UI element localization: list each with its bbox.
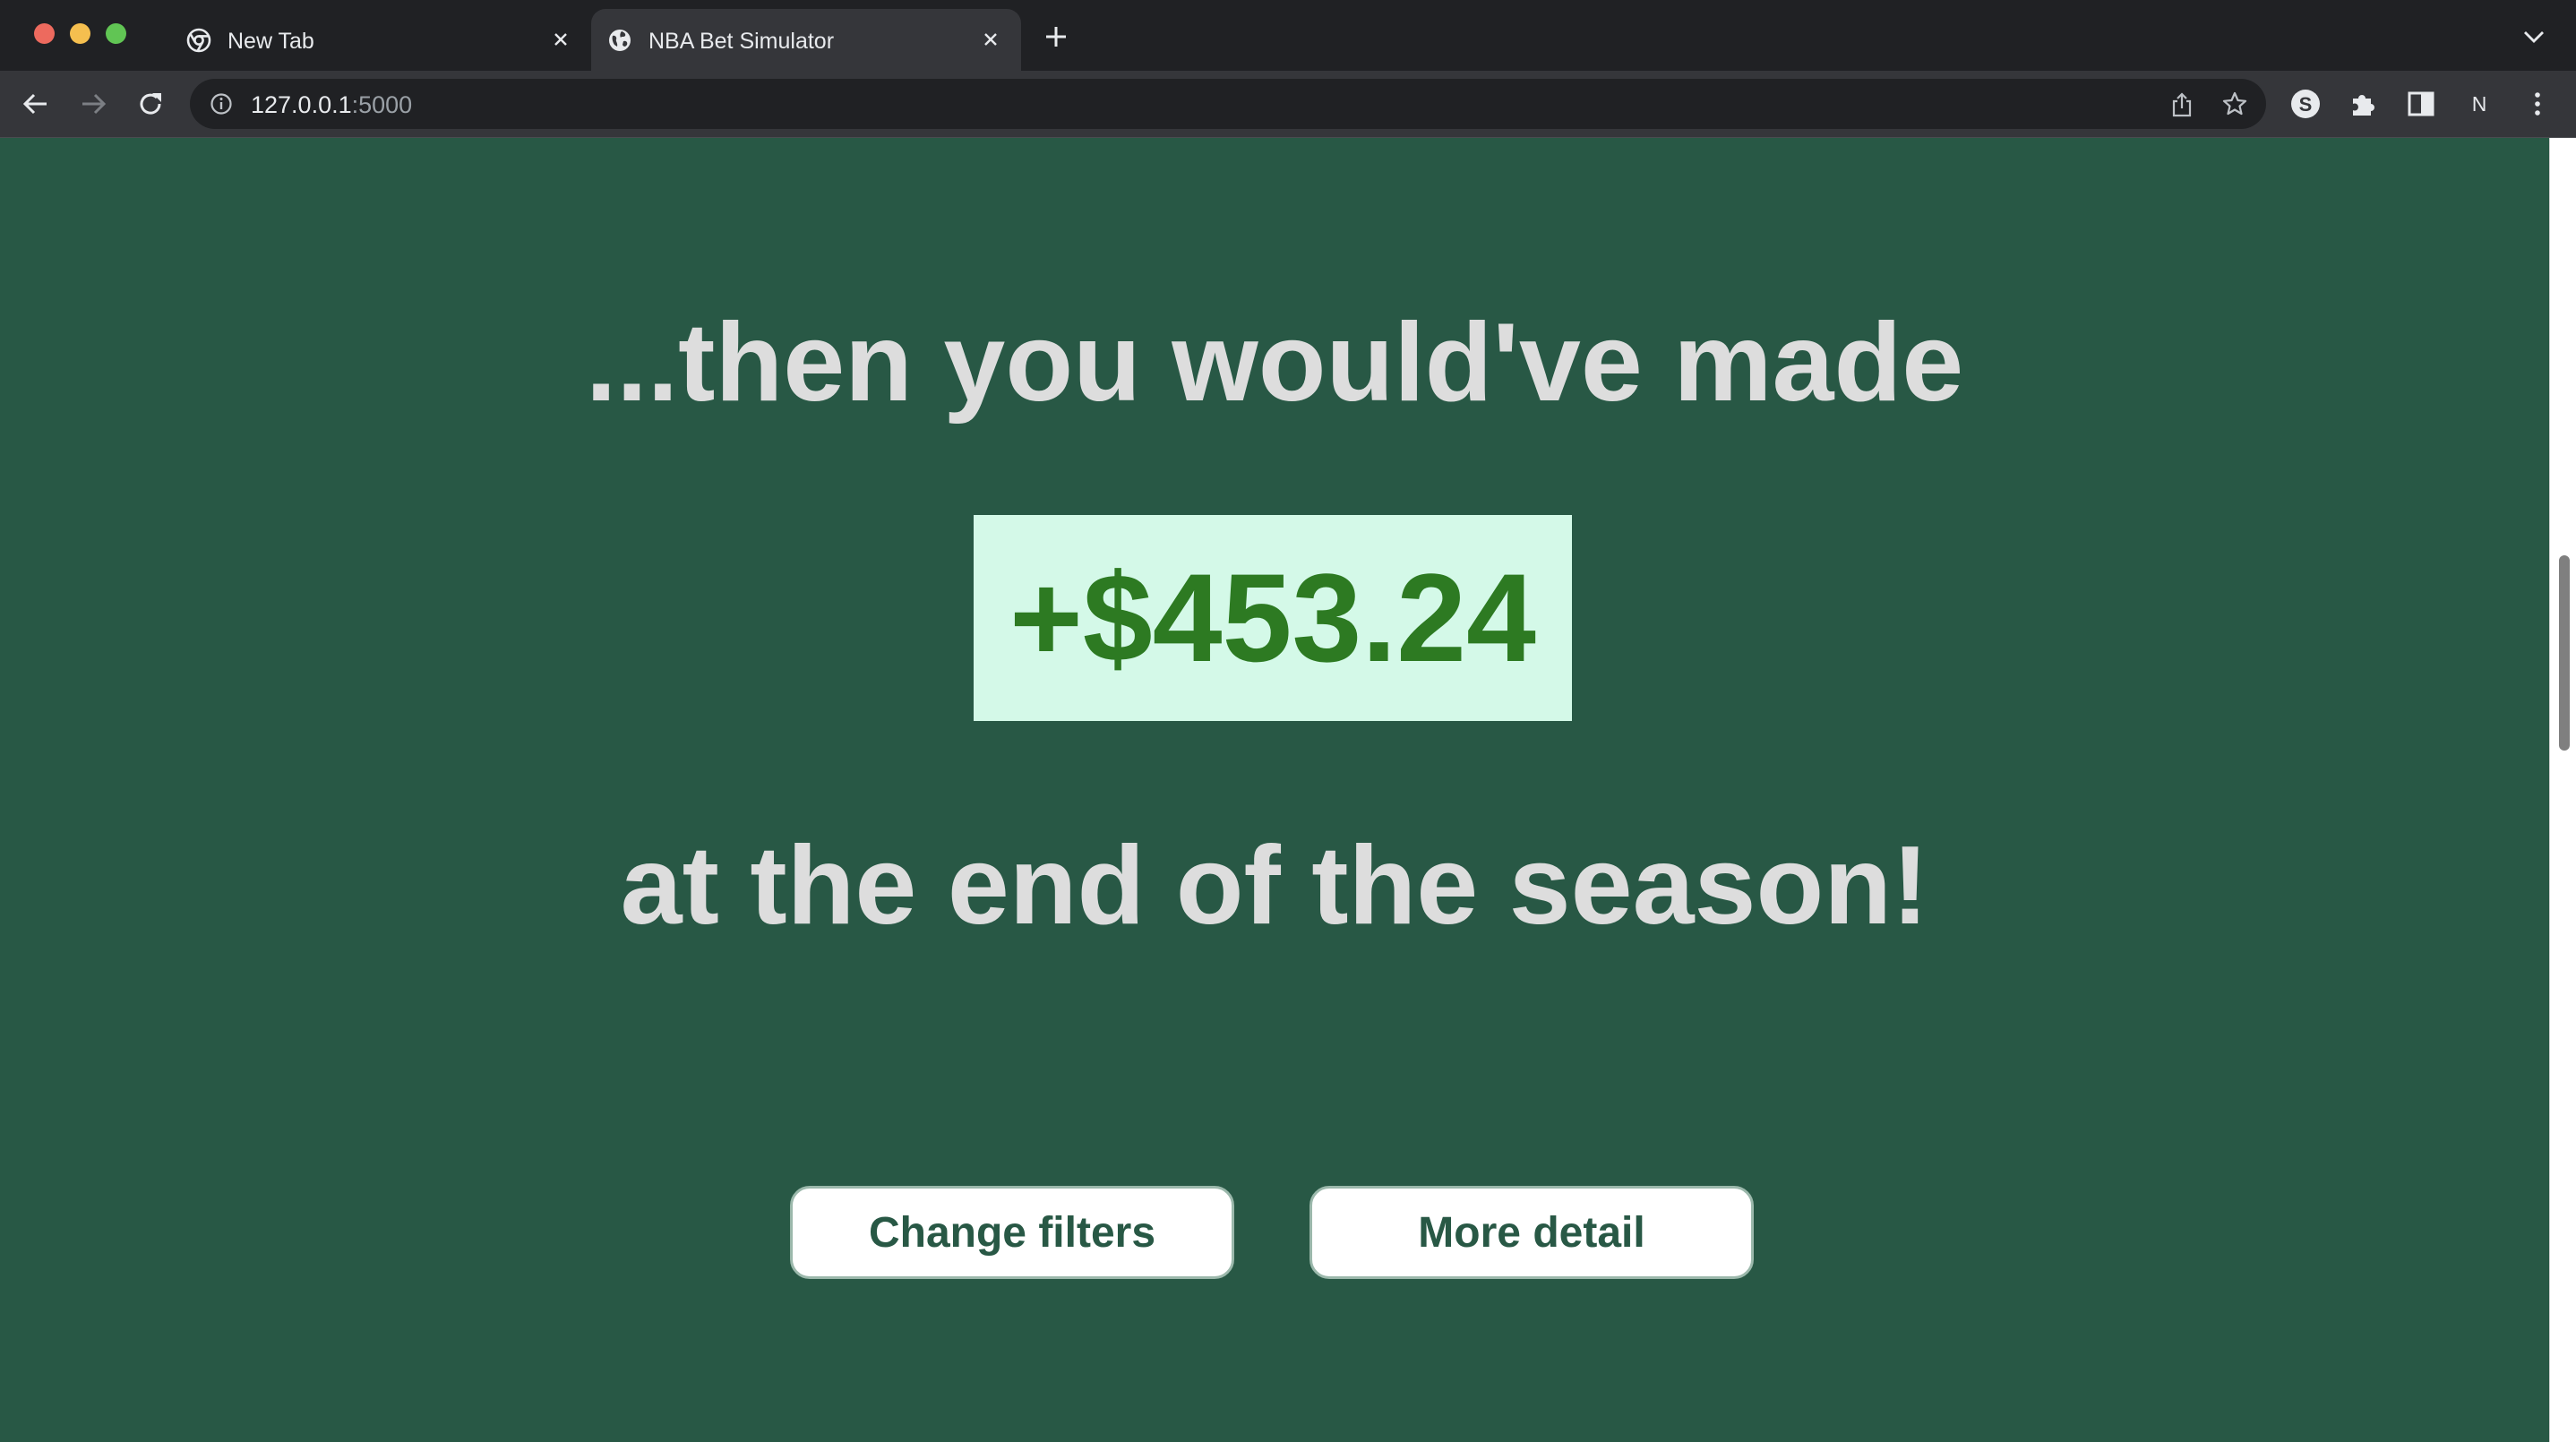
change-filters-button[interactable]: Change filters: [790, 1186, 1234, 1279]
address-bar[interactable]: 127.0.0.1:5000: [190, 79, 2266, 129]
svg-text:S: S: [2299, 93, 2313, 116]
close-icon[interactable]: [548, 27, 573, 52]
lead-headline: ...then you would've made: [585, 301, 1964, 425]
puzzle-icon[interactable]: [2348, 88, 2380, 120]
trail-headline: at the end of the season!: [620, 824, 1929, 948]
globe-icon: [609, 30, 631, 51]
s-extension-icon[interactable]: S: [2289, 88, 2322, 120]
tab-title: New Tab: [228, 29, 314, 54]
chrome-icon: [186, 28, 211, 53]
plus-icon[interactable]: [1043, 23, 1069, 50]
info-icon[interactable]: [210, 92, 233, 116]
scrollbar-thumb[interactable]: [2559, 555, 2570, 751]
vertical-scrollbar[interactable]: [2549, 138, 2576, 1442]
star-icon[interactable]: [2221, 90, 2248, 117]
profit-amount: +$453.24: [1009, 547, 1536, 688]
chevron-down-icon[interactable]: [2522, 29, 2546, 45]
window-minimize-button[interactable]: [70, 23, 90, 44]
close-icon[interactable]: [978, 27, 1003, 52]
window-zoom-button[interactable]: [106, 23, 126, 44]
browser-toolbar: 127.0.0.1:5000 S N: [0, 71, 2576, 138]
url-text: 127.0.0.1:5000: [251, 91, 412, 119]
arrow-right-icon[interactable]: [77, 88, 109, 120]
side-panel-icon[interactable]: [2405, 88, 2437, 120]
tab-title: NBA Bet Simulator: [648, 29, 835, 54]
tab-strip: New Tab NBA Bet Simulator: [0, 0, 2576, 71]
profile-avatar[interactable]: N: [2463, 88, 2495, 120]
url-port: :5000: [351, 91, 413, 118]
tab-nba-bet-simulator[interactable]: NBA Bet Simulator: [591, 9, 1021, 71]
share-icon[interactable]: [2169, 91, 2194, 118]
more-detail-button[interactable]: More detail: [1309, 1186, 1754, 1279]
page-viewport: ...then you would've made +$453.24 at th…: [0, 138, 2549, 1442]
window-close-button[interactable]: [34, 23, 55, 44]
url-host: 127.0.0.1: [251, 91, 352, 118]
reload-icon[interactable]: [134, 88, 167, 120]
kebab-menu-icon[interactable]: [2521, 88, 2554, 120]
tab-new-tab[interactable]: New Tab: [170, 9, 591, 71]
profit-amount-box: +$453.24: [974, 515, 1572, 721]
arrow-left-icon[interactable]: [20, 88, 52, 120]
